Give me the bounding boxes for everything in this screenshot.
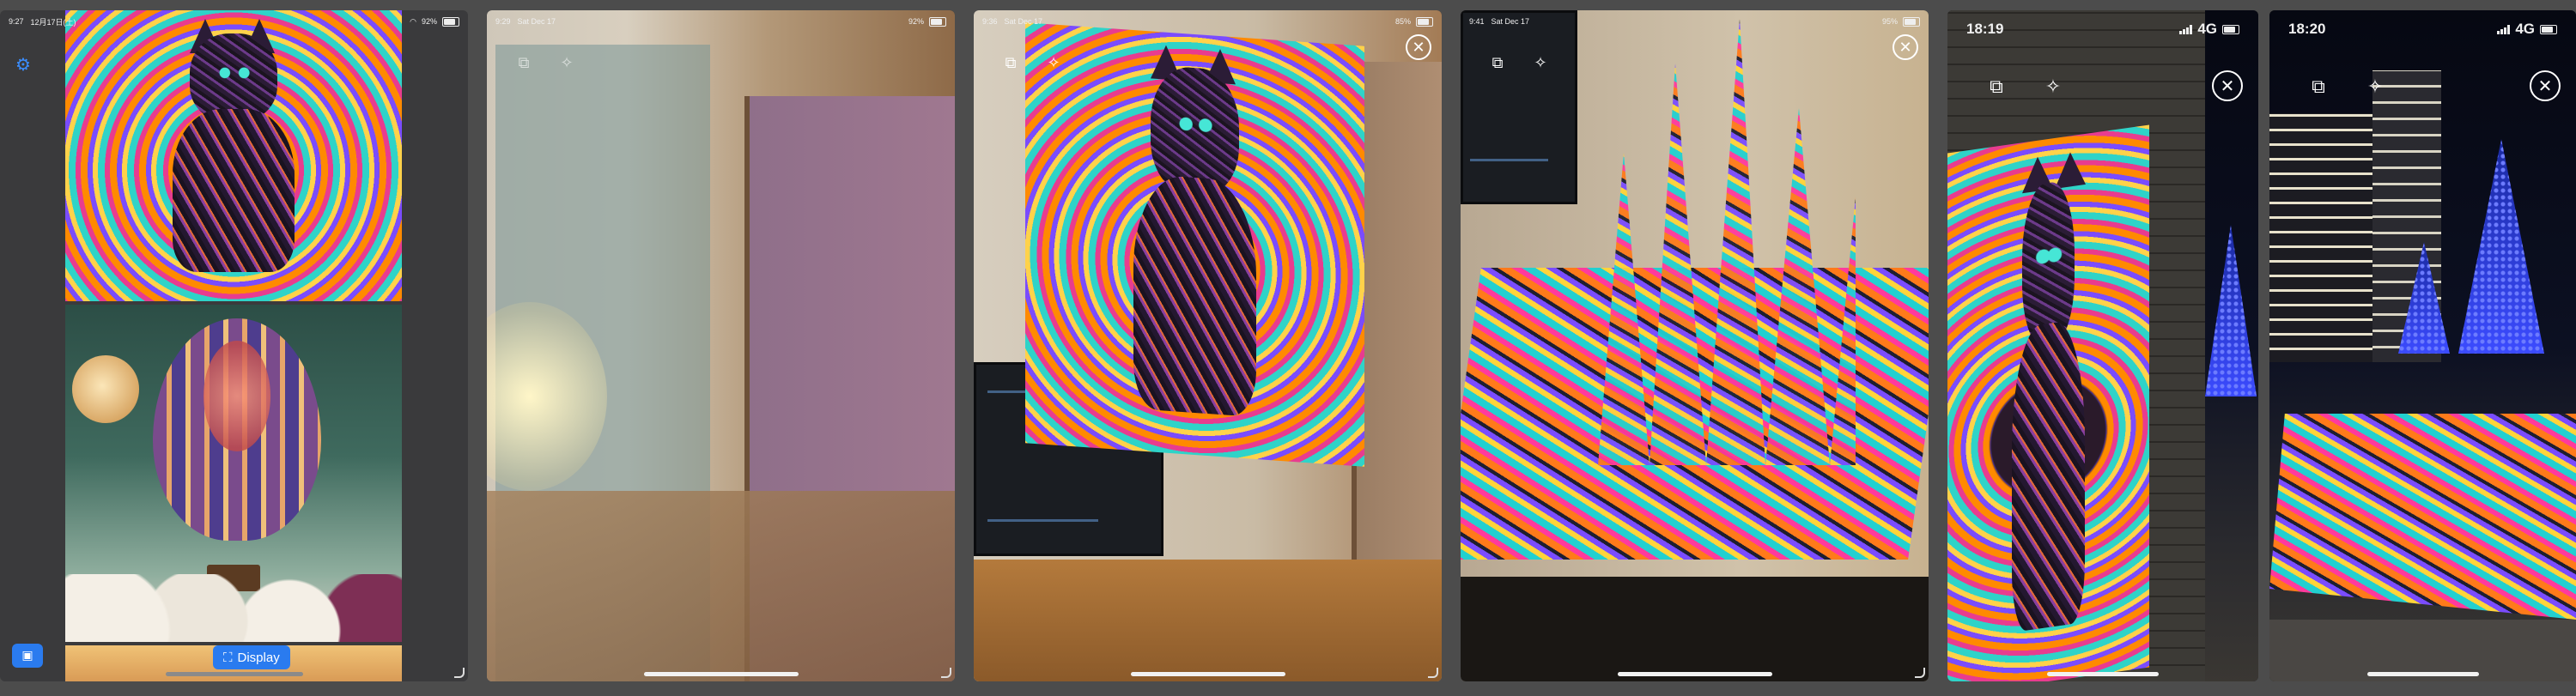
status-bar: 9:36 Sat Dec 17 85%	[974, 10, 1442, 33]
display-button[interactable]: ⛶ Display	[213, 645, 290, 669]
photo-picker-icon[interactable]: ▣	[12, 644, 43, 668]
signal-icon	[2179, 24, 2193, 34]
ar-floor-artwork[interactable]	[2269, 414, 2576, 620]
gallery-image-cat[interactable]	[65, 10, 402, 301]
cat-body	[2012, 318, 2085, 632]
battery-icon	[2222, 24, 2239, 34]
status-time: 18:20	[2288, 21, 2326, 37]
close-icon[interactable]: ✕	[1406, 34, 1431, 60]
magic-wand-icon[interactable]: ✧	[1042, 53, 1065, 72]
close-icon[interactable]: ✕	[1893, 34, 1918, 60]
table-edge	[1461, 577, 1929, 681]
status-time: 9:27	[9, 17, 24, 26]
photo-add-icon[interactable]: ⧉	[2307, 76, 2330, 98]
home-indicator	[2366, 672, 2479, 676]
resize-corner-icon	[454, 668, 465, 678]
wifi-icon: ◠	[410, 16, 416, 26]
status-network: 4G	[2515, 21, 2535, 37]
magic-wand-icon[interactable]: ✧	[1529, 53, 1552, 72]
photo-add-icon[interactable]: ⧉	[999, 53, 1022, 72]
status-battery: 92%	[421, 17, 437, 26]
photo-add-icon[interactable]: ⧉	[1486, 53, 1509, 72]
gear-icon[interactable]: ⚙	[14, 54, 33, 75]
status-date: Sat Dec 17	[517, 17, 556, 26]
status-time: 9:41	[1469, 17, 1485, 26]
status-date: Sat Dec 17	[1004, 17, 1043, 26]
screenshot-collage: 9:27 12月17日(土) ◠ 92% ⚙ ▣ ⛶ Display 9:29 …	[0, 0, 2576, 696]
gallery-image-balloon[interactable]	[65, 305, 402, 642]
screen-ar-desk-3d: 9:41 Sat Dec 17 95% ⧉ ✧ ✕	[1461, 10, 1929, 681]
desk	[974, 560, 1442, 681]
status-bar: 18:20 4G	[2269, 10, 2576, 48]
monitor-content	[987, 519, 1098, 522]
battery-icon	[2540, 24, 2557, 34]
close-icon[interactable]: ✕	[2212, 70, 2243, 101]
cat-body	[1133, 172, 1256, 417]
monitor	[1461, 10, 1577, 204]
balloon-envelope	[152, 318, 321, 542]
status-bar: 9:29 Sat Dec 17 92%	[487, 10, 955, 33]
resize-corner-icon	[941, 668, 951, 678]
screen-ar-night-floor: 18:20 4G ⧉ ✧ ✕	[2269, 10, 2576, 681]
status-battery: 85%	[1394, 17, 1411, 26]
battery-icon	[1416, 16, 1433, 27]
screen-gallery: 9:27 12月17日(土) ◠ 92% ⚙ ▣ ⛶ Display	[0, 10, 468, 681]
magic-wand-icon[interactable]: ✧	[556, 53, 578, 72]
status-bar: 9:27 12月17日(土) ◠ 92%	[0, 10, 468, 33]
cat-body	[173, 109, 295, 273]
status-time: 9:36	[982, 17, 998, 26]
resize-corner-icon	[1428, 668, 1438, 678]
home-indicator	[643, 672, 799, 676]
home-indicator	[2047, 672, 2159, 676]
resize-corner-icon	[1915, 668, 1925, 678]
screen-ar-room-start: 9:29 Sat Dec 17 92% ⧉ ✧	[487, 10, 955, 681]
photo-add-icon[interactable]: ⧉	[1985, 76, 2008, 98]
cat-ear	[2054, 149, 2086, 189]
status-bar: 9:41 Sat Dec 17 95%	[1461, 10, 1929, 33]
status-time: 18:19	[1966, 21, 2004, 37]
screen-ar-room-cat: 9:36 Sat Dec 17 85% ⧉ ✧ ✕	[974, 10, 1442, 681]
battery-icon	[1903, 16, 1920, 27]
status-battery: 95%	[1881, 17, 1898, 26]
status-time: 9:29	[495, 17, 511, 26]
clouds	[65, 574, 402, 642]
moon	[71, 354, 140, 423]
desk	[487, 491, 955, 681]
status-date: Sat Dec 17	[1491, 17, 1530, 26]
status-date: 12月17日(土)	[30, 17, 76, 27]
monitor-content	[1469, 159, 1548, 161]
home-indicator	[1130, 672, 1285, 676]
photo-add-icon[interactable]: ⧉	[513, 53, 535, 72]
home-indicator	[1617, 672, 1772, 676]
battery-icon	[442, 16, 459, 27]
status-network: 4G	[2197, 21, 2217, 37]
close-icon[interactable]: ✕	[2530, 70, 2561, 101]
screen-ar-night-wall: 18:19 4G ⧉ ✧ ✕	[1947, 10, 2258, 681]
home-indicator	[165, 672, 303, 676]
status-bar: 18:19 4G	[1947, 10, 2258, 48]
display-icon: ⛶	[223, 650, 233, 665]
status-battery: 92%	[908, 17, 924, 26]
magic-wand-icon[interactable]: ✧	[2042, 76, 2064, 98]
magic-wand-icon[interactable]: ✧	[2364, 76, 2386, 98]
battery-icon	[929, 16, 946, 27]
signal-icon	[2497, 24, 2511, 34]
ar-cat-artwork[interactable]	[1947, 124, 2149, 681]
ar-cat-artwork[interactable]	[1025, 22, 1364, 467]
cat-head	[190, 33, 277, 121]
display-button-label: Display	[237, 650, 280, 665]
